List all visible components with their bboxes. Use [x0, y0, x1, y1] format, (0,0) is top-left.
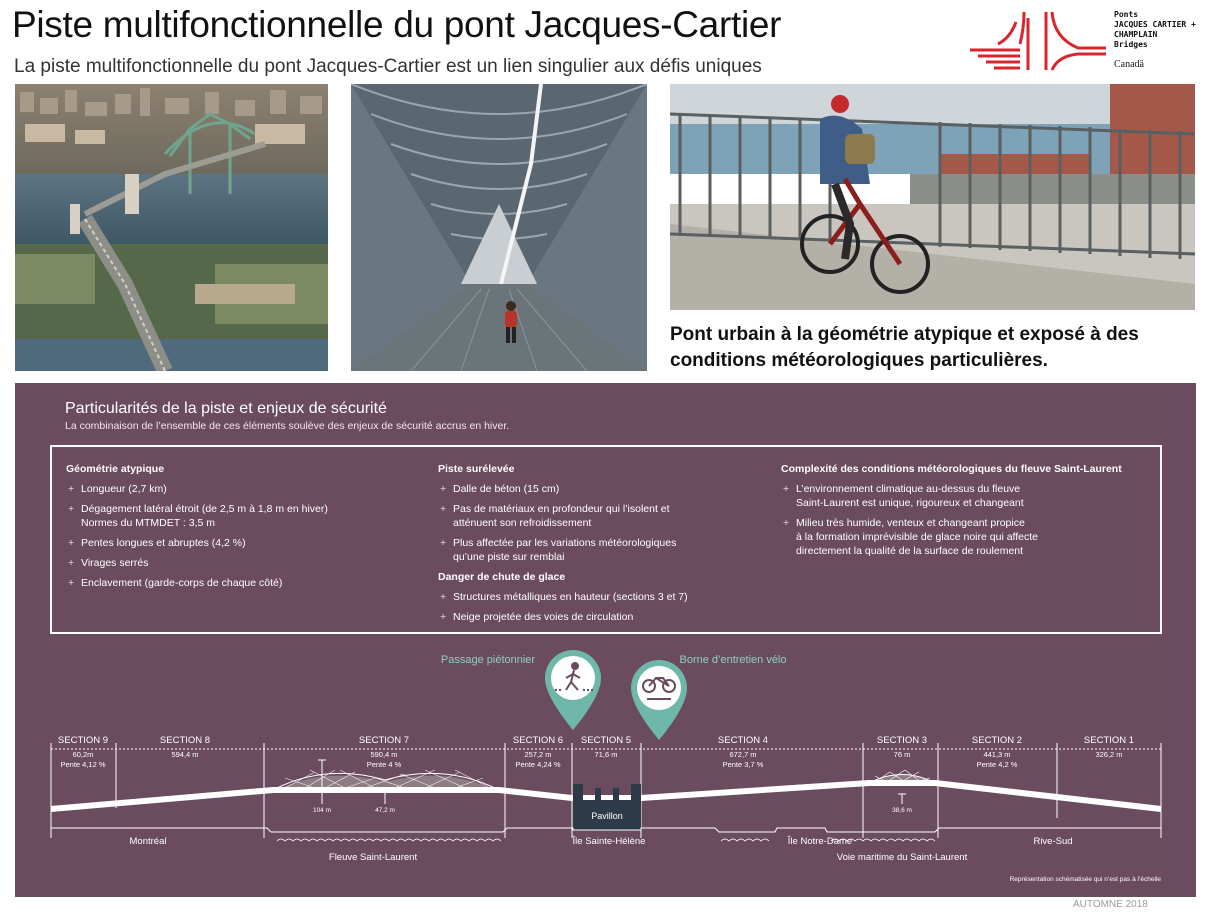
- place-fleuve: Fleuve Saint-Laurent: [329, 852, 418, 863]
- heading-geometry: Géométrie atypique: [66, 463, 165, 475]
- section-3-length: 76 m: [894, 750, 911, 759]
- list-item: + Virages serrés: [68, 557, 149, 569]
- features-box: Géométrie atypique + Longueur (2,7 km) + D…: [50, 445, 1162, 634]
- section-8-length: 594,4 m: [171, 750, 198, 759]
- logo-line-4: Bridges: [1114, 40, 1148, 49]
- safety-panel: Particularités de la piste et enjeux de …: [15, 383, 1196, 897]
- section-5-name: SECTION 5: [581, 735, 631, 746]
- section-1-length: 326,2 m: [1095, 750, 1122, 759]
- section-7-slope: Pente 4 %: [367, 760, 402, 769]
- height-104: 104 m: [313, 807, 331, 814]
- scale-note: Représentation schématisée qui n’est pas…: [1010, 876, 1162, 883]
- list-item: + Milieu très humide, venteux et changean…: [783, 517, 1039, 557]
- list-item: + Plus affectée par les variations météor…: [440, 537, 677, 563]
- section-9-name: SECTION 9: [58, 735, 108, 746]
- covered-walkway-photo: [351, 84, 647, 371]
- section-7-length: 590,4 m: [370, 750, 397, 759]
- heading-ice: Danger de chute de glace: [438, 571, 566, 583]
- pavilion-label: Pavillon: [591, 811, 623, 821]
- list-item: + Pentes longues et abruptes (4,2 %): [68, 537, 246, 549]
- list-item: + Dalle de béton (15 cm): [440, 483, 560, 495]
- place-ile-notre-dame: Île Notre-Dame: [787, 836, 852, 847]
- section-3-name: SECTION 3: [877, 735, 927, 746]
- panel-subtitle: La combinaison de l’ensemble de ces élém…: [65, 420, 510, 432]
- section-2-slope: Pente 4,2 %: [977, 760, 1018, 769]
- column-geometry: Géométrie atypique + Longueur (2,7 km) + D…: [66, 457, 426, 596]
- list-item: + Dégagement latéral étroit (de 2,5 m à 1…: [68, 503, 328, 529]
- column-weather: Complexité des conditions météorologique…: [781, 457, 1151, 564]
- section-9-slope: Pente 4,12 %: [60, 760, 105, 769]
- marker-label-bike: Borne d’entretien vélo: [679, 654, 786, 666]
- logo-line-2: JACQUES CARTIER +: [1114, 20, 1196, 29]
- logo-line-1: Ponts: [1114, 10, 1139, 19]
- section-9-length: 60,2m: [73, 750, 94, 759]
- section-4-slope: Pente 3,7 %: [723, 760, 764, 769]
- page-title: Piste multifonctionnelle du pont Jacques…: [12, 4, 782, 45]
- cyclist-photo: [670, 84, 1195, 310]
- height-38: 38,6 m: [892, 807, 912, 814]
- place-rive-sud: Rive-Sud: [1033, 836, 1072, 847]
- section-2-name: SECTION 2: [972, 735, 1022, 746]
- list-item: + Enclavement (garde-corps de chaque côté…: [68, 577, 283, 589]
- section-8-name: SECTION 8: [160, 735, 210, 746]
- place-montreal: Montréal: [130, 836, 167, 847]
- aerial-bridge-photo: [15, 84, 328, 371]
- section-4-name: SECTION 4: [718, 735, 768, 746]
- list-item: + Pas de matériaux en profondeur qui l’is…: [440, 503, 670, 529]
- jcc-bridges-logo: Ponts JACQUES CARTIER + CHAMPLAIN Bridge…: [968, 8, 1200, 78]
- marker-label-pedestrian: Passage piétonnier: [441, 654, 536, 666]
- section-7-name: SECTION 7: [359, 735, 409, 746]
- panel-title: Particularités de la piste et enjeux de …: [65, 400, 387, 417]
- section-6-length: 257,2 m: [524, 750, 551, 759]
- section-2-length: 441,3 m: [983, 750, 1010, 759]
- bicycle-repair-icon: [631, 660, 687, 740]
- section-1-name: SECTION 1: [1084, 735, 1134, 746]
- section-6-slope: Pente 4,24 %: [515, 760, 560, 769]
- height-47: 47,2 m: [375, 807, 395, 814]
- photo-caption: Pont urbain à la géométrie atypique et e…: [670, 324, 1139, 371]
- canada-wordmark: Canadä: [1114, 59, 1144, 70]
- section-4-length: 672,7 m: [729, 750, 756, 759]
- column-elevated: Piste surélevée + Dalle de béton (15 cm) …: [438, 457, 758, 630]
- list-item: + Longueur (2,7 km): [68, 483, 167, 495]
- edition-footer: AUTOMNE 2018: [1073, 899, 1148, 910]
- pavilion-building: [573, 784, 641, 830]
- bridge-logo-mark-icon: [970, 11, 1106, 71]
- heading-weather: Complexité des conditions météorologique…: [781, 463, 1122, 475]
- list-item: + L’environnement climatique au-dessus du…: [783, 483, 1024, 509]
- pedestrian-crossing-icon: [545, 650, 601, 730]
- place-voie-maritime: Voie maritime du Saint-Laurent: [837, 852, 968, 863]
- list-item: + Neige projetée des voies de circulation: [440, 611, 634, 623]
- logo-line-3: CHAMPLAIN: [1114, 30, 1158, 39]
- page-subtitle: La piste multifonctionnelle du pont Jacq…: [14, 56, 762, 77]
- place-ile-sainte-helene: Île Sainte-Hélène: [572, 836, 646, 847]
- bridge-profile-diagram: Passage piétonnier Borne d’entretien vél…: [50, 650, 1162, 883]
- section-6-name: SECTION 6: [513, 735, 563, 746]
- list-item: + Structures métalliques en hauteur (sect…: [440, 591, 688, 603]
- heading-elevated: Piste surélevée: [438, 463, 515, 475]
- section-5-length: 71,6 m: [595, 750, 618, 759]
